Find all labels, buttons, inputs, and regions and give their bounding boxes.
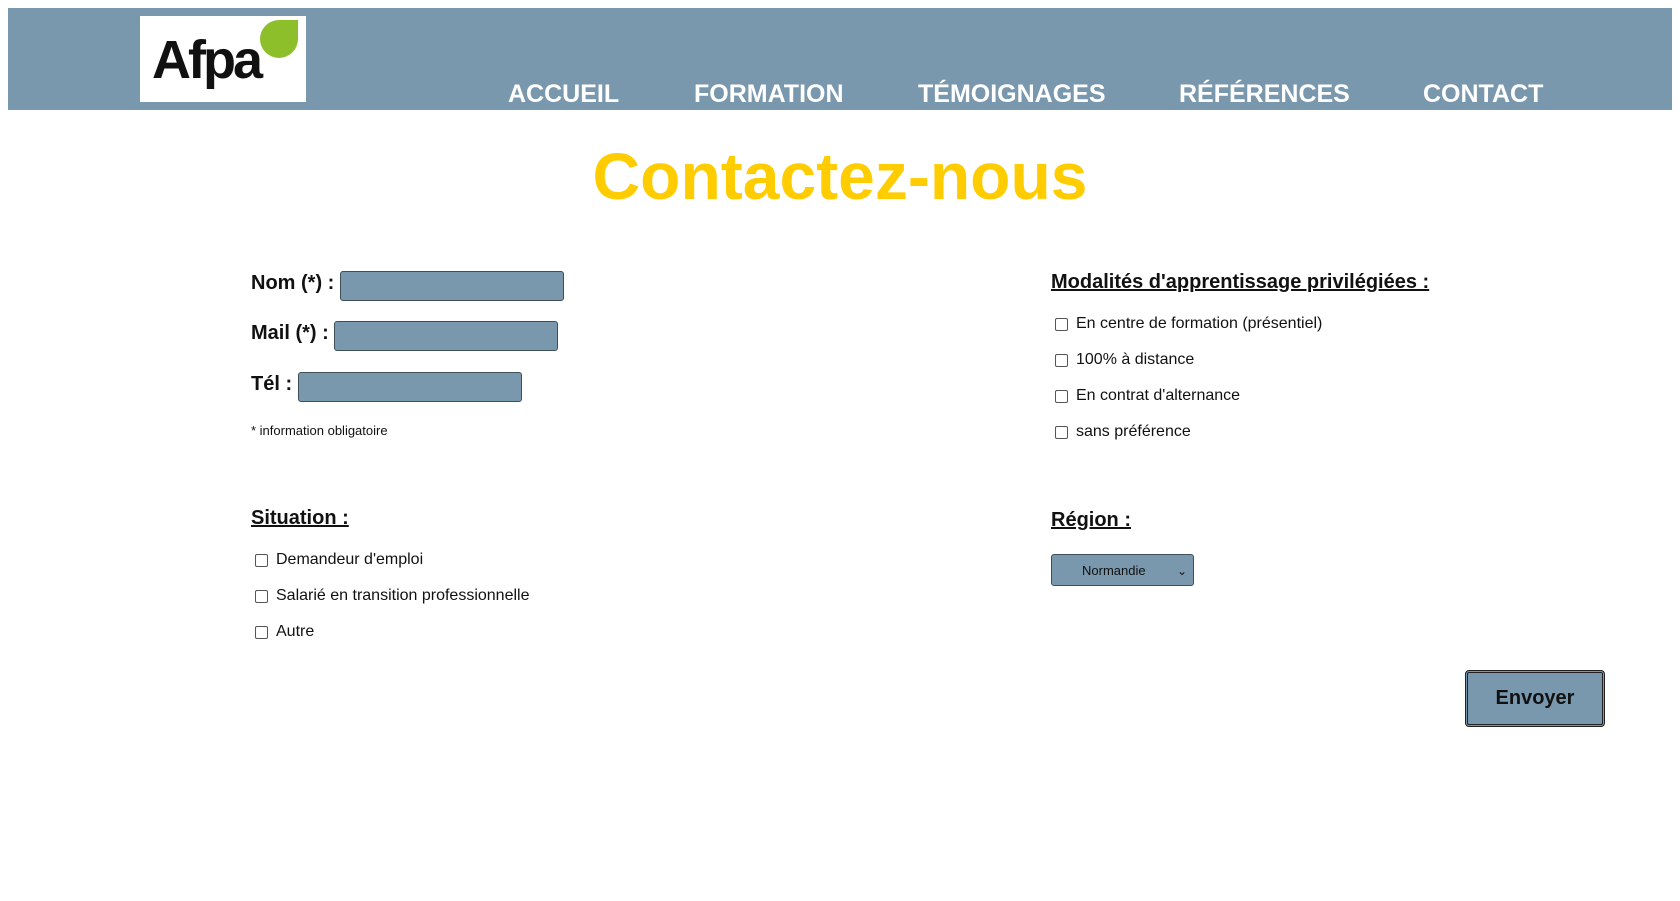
logo-text: Afpa: [152, 30, 263, 90]
option-label: Demandeur d'emploi: [276, 551, 424, 568]
nav-contact[interactable]: CONTACT: [1423, 80, 1543, 109]
chevron-down-icon: ⌄: [1176, 564, 1187, 578]
option-label: Autre: [276, 623, 315, 640]
nav-temoignages[interactable]: TÉMOIGNAGES: [918, 80, 1106, 109]
afpa-logo[interactable]: Afpa: [140, 16, 306, 102]
region-select[interactable]: Normandie ⌄: [1051, 554, 1194, 586]
tel-input[interactable]: [298, 372, 522, 402]
checkbox[interactable]: [255, 589, 268, 603]
option-label: sans préférence: [1076, 423, 1191, 440]
checkbox[interactable]: [1055, 425, 1068, 439]
option-label: Salarié en transition professionnelle: [276, 587, 530, 604]
region-title: Région :: [1051, 509, 1131, 531]
option-label: En centre de formation (présentiel): [1076, 315, 1323, 332]
nav-accueil[interactable]: ACCUEIL: [508, 80, 619, 109]
checkbox[interactable]: [1055, 389, 1068, 403]
checkbox[interactable]: [255, 553, 268, 567]
contact-page: Afpa ACCUEIL FORMATION TÉMOIGNAGES RÉFÉR…: [0, 0, 1680, 901]
mail-input[interactable]: [334, 321, 558, 351]
situation-title: Situation :: [251, 507, 349, 529]
modality-option-alternance[interactable]: En contrat d'alternance: [1055, 387, 1240, 405]
name-label: Nom (*) :: [251, 272, 335, 294]
tel-label: Tél :: [251, 373, 293, 395]
region-selected-value: Normandie: [1082, 562, 1146, 578]
mail-label: Mail (*) :: [251, 322, 329, 344]
submit-button[interactable]: Envoyer: [1465, 670, 1605, 727]
checkbox[interactable]: [1055, 317, 1068, 331]
leaf-icon: [260, 20, 298, 58]
site-header: Afpa ACCUEIL FORMATION TÉMOIGNAGES RÉFÉR…: [8, 8, 1672, 110]
nav-references[interactable]: RÉFÉRENCES: [1179, 80, 1350, 109]
option-label: 100% à distance: [1076, 351, 1195, 368]
modality-option-none[interactable]: sans préférence: [1055, 423, 1191, 441]
page-title: Contactez-nous: [592, 139, 1088, 213]
nav-formation[interactable]: FORMATION: [694, 80, 844, 109]
situation-option-employee[interactable]: Salarié en transition professionnelle: [255, 587, 529, 605]
modalities-title: Modalités d'apprentissage privilégiées :: [1051, 271, 1430, 293]
situation-option-other[interactable]: Autre: [255, 623, 314, 641]
checkbox[interactable]: [255, 625, 268, 639]
required-note: * information obligatoire: [251, 423, 388, 438]
modality-option-distance[interactable]: 100% à distance: [1055, 351, 1194, 369]
situation-option-unemployed[interactable]: Demandeur d'emploi: [255, 551, 423, 569]
checkbox[interactable]: [1055, 353, 1068, 367]
option-label: En contrat d'alternance: [1076, 387, 1241, 404]
modality-option-presentiel[interactable]: En centre de formation (présentiel): [1055, 315, 1322, 333]
name-input[interactable]: [340, 271, 564, 301]
